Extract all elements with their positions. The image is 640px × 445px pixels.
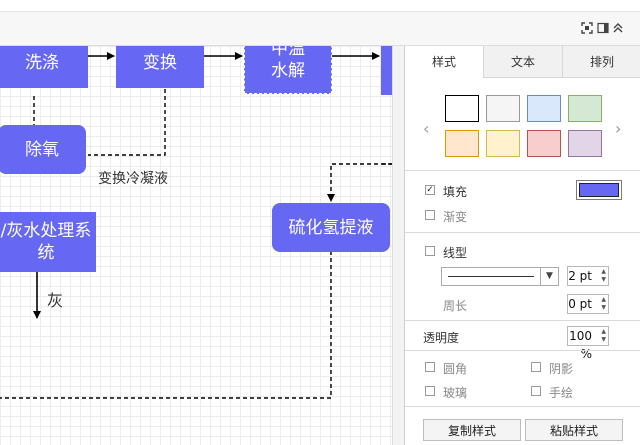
node-ash-water-label-1: /灰水处理系 [0, 221, 92, 241]
format-tabs: 样式 文本 排列 [405, 46, 640, 78]
node-shift-label: 变换 [143, 53, 177, 73]
line-label: 线型 [443, 246, 468, 260]
glass-label: 玻璃 [443, 386, 468, 400]
style-swatch[interactable] [527, 130, 561, 157]
tab-style[interactable]: 样式 [405, 46, 483, 78]
fill-color-button[interactable] [576, 180, 622, 200]
node-ash-water-label-2: 统 [37, 243, 55, 263]
node-hydrolysis-label: 水解 [271, 61, 305, 81]
copy-style-button[interactable]: 复制样式 [423, 419, 521, 441]
style-swatch[interactable] [568, 95, 602, 122]
tab-text[interactable]: 文本 [483, 46, 562, 78]
fill-label: 填充 [443, 185, 468, 199]
edge-h2s-bottom[interactable] [0, 251, 332, 399]
sketch-label: 手绘 [549, 386, 574, 400]
perimeter-input[interactable]: 0 pt ▲ ▼ [567, 294, 609, 314]
line-width-value: 2 pt [568, 269, 592, 283]
glass-checkbox[interactable] [425, 386, 435, 396]
collapse-icon[interactable] [611, 20, 625, 36]
swatch-prev-icon[interactable]: ‹ [423, 119, 429, 138]
opacity-input[interactable]: 100 % ▲ ▼ [567, 326, 609, 361]
node-ash-water-system[interactable]: /灰水处理系 统 [0, 212, 96, 272]
divider [405, 350, 640, 351]
node-h2s-label: 硫化氢提液 [288, 217, 374, 238]
fit-screen-icon[interactable] [580, 20, 594, 36]
rounded-checkbox[interactable] [425, 362, 435, 372]
divider [405, 170, 640, 171]
stepper-icon[interactable]: ▲ ▼ [601, 328, 606, 344]
fill-checkbox[interactable]: ✓ [425, 185, 435, 195]
fill-color-swatch [579, 183, 619, 197]
paste-style-button[interactable]: 粘贴样式 [525, 419, 623, 441]
stepper-icon[interactable]: ▲ ▼ [601, 296, 606, 312]
chevron-down-icon: ▼ [540, 268, 558, 285]
node-h2s-stripper[interactable]: 硫化氢提液 [272, 203, 390, 252]
node-hydrolysis-top-label: 中温 [271, 46, 305, 59]
diagram-canvas[interactable]: 洗涤 变换 中温 水解 除氧 变换冷凝液 /灰水处理系 统 硫化氢提液 灰 [0, 46, 392, 445]
opacity-value: 100 % [569, 329, 592, 361]
stepper-icon[interactable]: ▲ ▼ [601, 268, 606, 284]
edge-to-h2s[interactable] [327, 163, 392, 202]
title-bar [0, 0, 640, 12]
line-width-input[interactable]: 2 pt ▲ ▼ [567, 266, 609, 286]
line-style-preview [448, 276, 534, 277]
style-swatch[interactable] [527, 95, 561, 122]
style-swatch[interactable] [486, 130, 520, 157]
sketch-checkbox[interactable] [531, 386, 541, 396]
edge-shift-condensate[interactable] [88, 89, 166, 156]
label-ash: 灰 [47, 291, 64, 310]
node-deoxy-label: 除氧 [25, 139, 59, 160]
shadow-checkbox[interactable] [531, 362, 541, 372]
opacity-label: 透明度 [423, 331, 460, 345]
label-condensate: 变换冷凝液 [98, 171, 168, 187]
gradient-checkbox[interactable] [425, 210, 435, 220]
swatch-next-icon[interactable]: › [615, 119, 621, 138]
perimeter-value: 0 pt [568, 297, 592, 311]
node-wash[interactable]: 洗涤 [0, 46, 88, 88]
line-style-select[interactable]: ▼ [441, 267, 559, 286]
node-hydrolysis[interactable]: 中温 水解 [244, 46, 332, 94]
tab-arrange[interactable]: 排列 [562, 46, 640, 78]
node-wash-label: 洗涤 [25, 53, 59, 73]
format-panel-icon[interactable] [596, 20, 610, 36]
node-next-partial[interactable] [381, 46, 392, 95]
node-shift[interactable]: 变换 [116, 46, 204, 88]
gradient-label: 渐变 [443, 210, 468, 224]
divider [405, 406, 640, 407]
divider [405, 232, 640, 233]
style-swatch[interactable] [486, 95, 520, 122]
style-swatch[interactable] [445, 95, 479, 122]
shadow-label: 阴影 [549, 362, 574, 376]
format-panel: 样式 文本 排列 ‹ › ✓ 填充 渐变 线型 ▼ 2 pt ▲ ▼ 周长 0 p… [404, 46, 640, 445]
style-swatch[interactable] [568, 130, 602, 157]
divider [405, 320, 640, 321]
perimeter-label: 周长 [443, 299, 468, 313]
line-checkbox[interactable] [425, 246, 435, 256]
rounded-label: 圆角 [443, 362, 468, 376]
style-swatch[interactable] [445, 130, 479, 157]
node-deoxy[interactable]: 除氧 [0, 125, 86, 174]
toolbar [0, 12, 640, 46]
